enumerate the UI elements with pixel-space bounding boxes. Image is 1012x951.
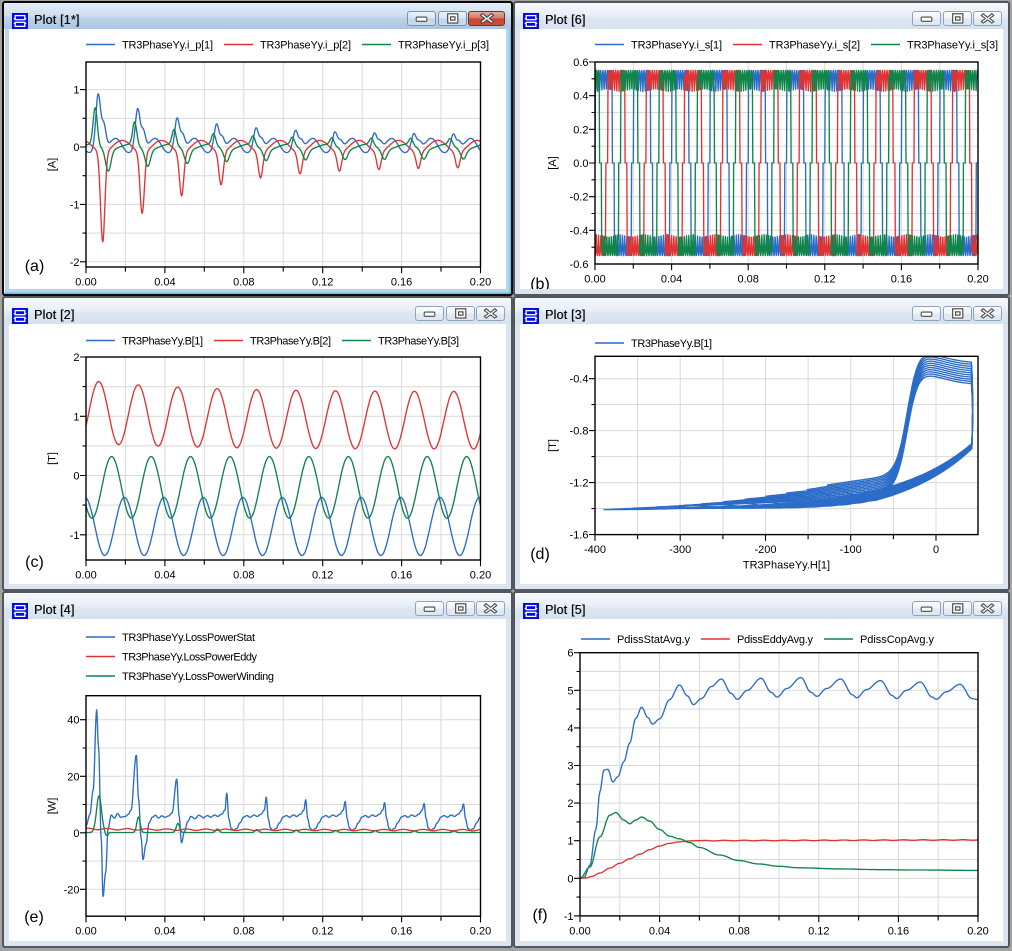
svg-text:PdissEddyAvg.y: PdissEddyAvg.y [737, 634, 814, 646]
svg-text:0.04: 0.04 [661, 274, 682, 286]
svg-text:PdissStatAvg.y: PdissStatAvg.y [617, 634, 691, 646]
svg-text:-1: -1 [564, 911, 574, 923]
svg-text:0.00: 0.00 [569, 925, 590, 937]
svg-text:0.08: 0.08 [233, 570, 254, 582]
svg-text:1: 1 [73, 85, 79, 97]
svg-text:0.12: 0.12 [312, 570, 333, 582]
svg-text:0.4: 0.4 [573, 91, 588, 103]
svg-text:0.16: 0.16 [891, 274, 912, 286]
svg-text:0.04: 0.04 [154, 277, 175, 289]
svg-text:0.16: 0.16 [391, 926, 412, 938]
svg-text:0: 0 [933, 544, 939, 556]
svg-text:0: 0 [73, 471, 79, 483]
svg-text:TR3PhaseYy.LossPowerEddy: TR3PhaseYy.LossPowerEddy [122, 652, 258, 664]
svg-text:6: 6 [567, 648, 573, 660]
svg-text:0.20: 0.20 [967, 274, 988, 286]
svg-text:2: 2 [567, 798, 573, 810]
svg-text:(a): (a) [25, 258, 45, 275]
svg-text:0.08: 0.08 [737, 274, 758, 286]
svg-text:0.16: 0.16 [888, 925, 909, 937]
svg-text:0.00: 0.00 [584, 274, 605, 286]
svg-text:20: 20 [67, 771, 79, 783]
svg-text:(c): (c) [25, 554, 44, 571]
svg-text:-0.8: -0.8 [570, 426, 589, 438]
svg-text:-2: -2 [70, 257, 80, 269]
svg-text:0.00: 0.00 [75, 277, 96, 289]
svg-text:[T]: [T] [47, 452, 59, 465]
svg-text:[A]: [A] [47, 158, 59, 171]
svg-text:0.08: 0.08 [233, 277, 254, 289]
svg-text:0.20: 0.20 [967, 925, 988, 937]
svg-text:4: 4 [567, 723, 573, 735]
svg-text:TR3PhaseYy.i_s[3]: TR3PhaseYy.i_s[3] [907, 40, 998, 52]
svg-text:PdissCopAvg.y: PdissCopAvg.y [860, 634, 935, 646]
svg-text:-1: -1 [70, 199, 80, 211]
svg-text:(b): (b) [530, 276, 550, 289]
svg-text:(f): (f) [532, 907, 547, 924]
svg-text:-300: -300 [669, 544, 691, 556]
svg-text:0.12: 0.12 [312, 926, 333, 938]
svg-text:1: 1 [73, 411, 79, 423]
svg-text:TR3PhaseYy.i_s[2]: TR3PhaseYy.i_s[2] [769, 40, 860, 52]
svg-text:[W]: [W] [47, 798, 59, 815]
svg-text:-1.6: -1.6 [570, 530, 589, 542]
svg-text:(e): (e) [24, 909, 44, 926]
svg-text:0.16: 0.16 [391, 277, 412, 289]
svg-text:-400: -400 [584, 544, 606, 556]
svg-text:0.08: 0.08 [728, 925, 749, 937]
svg-text:0.08: 0.08 [233, 926, 254, 938]
svg-text:0.2: 0.2 [573, 124, 588, 136]
svg-text:0.04: 0.04 [649, 925, 670, 937]
svg-text:0.20: 0.20 [470, 926, 491, 938]
svg-text:0.04: 0.04 [154, 570, 175, 582]
svg-text:5: 5 [567, 685, 573, 697]
svg-text:0.0: 0.0 [573, 158, 588, 170]
svg-text:-0.2: -0.2 [570, 192, 589, 204]
svg-text:TR3PhaseYy.B[1]: TR3PhaseYy.B[1] [631, 338, 712, 350]
svg-text:TR3PhaseYy.H[1]: TR3PhaseYy.H[1] [743, 560, 830, 572]
svg-text:0.12: 0.12 [312, 277, 333, 289]
svg-text:[T]: [T] [547, 439, 559, 452]
svg-text:0.12: 0.12 [808, 925, 829, 937]
svg-text:40: 40 [67, 715, 79, 727]
svg-text:-100: -100 [840, 544, 862, 556]
svg-text:0.00: 0.00 [75, 926, 96, 938]
svg-text:TR3PhaseYy.i_p[2]: TR3PhaseYy.i_p[2] [260, 40, 351, 52]
svg-text:TR3PhaseYy.B[1]: TR3PhaseYy.B[1] [122, 336, 203, 348]
svg-text:0: 0 [73, 828, 79, 840]
svg-text:0: 0 [567, 873, 573, 885]
svg-text:TR3PhaseYy.B[3]: TR3PhaseYy.B[3] [378, 336, 459, 348]
svg-text:0.6: 0.6 [573, 57, 588, 69]
svg-text:[A]: [A] [547, 156, 559, 169]
svg-text:-0.4: -0.4 [570, 374, 589, 386]
svg-text:0: 0 [73, 142, 79, 154]
svg-text:TR3PhaseYy.i_p[3]: TR3PhaseYy.i_p[3] [398, 40, 489, 52]
svg-text:-1: -1 [70, 530, 80, 542]
svg-text:0.00: 0.00 [75, 570, 96, 582]
svg-text:1: 1 [567, 836, 573, 848]
svg-text:TR3PhaseYy.i_s[1]: TR3PhaseYy.i_s[1] [631, 40, 722, 52]
svg-text:0.04: 0.04 [154, 926, 175, 938]
svg-text:0.20: 0.20 [470, 277, 491, 289]
svg-text:0.12: 0.12 [814, 274, 835, 286]
svg-text:TR3PhaseYy.LossPowerStat: TR3PhaseYy.LossPowerStat [122, 632, 255, 644]
svg-text:-200: -200 [754, 544, 776, 556]
svg-text:0.16: 0.16 [391, 570, 412, 582]
svg-text:3: 3 [567, 761, 573, 773]
svg-text:(d): (d) [530, 546, 550, 563]
svg-text:TR3PhaseYy.B[2]: TR3PhaseYy.B[2] [250, 336, 331, 348]
svg-text:-0.6: -0.6 [570, 259, 589, 271]
svg-text:TR3PhaseYy.i_p[1]: TR3PhaseYy.i_p[1] [122, 40, 213, 52]
svg-text:-0.4: -0.4 [570, 225, 589, 237]
svg-text:-1.2: -1.2 [570, 478, 589, 490]
svg-text:-20: -20 [64, 884, 80, 896]
svg-text:0.20: 0.20 [470, 570, 491, 582]
svg-text:TR3PhaseYy.LossPowerWinding: TR3PhaseYy.LossPowerWinding [122, 671, 274, 683]
svg-text:2: 2 [73, 352, 79, 364]
